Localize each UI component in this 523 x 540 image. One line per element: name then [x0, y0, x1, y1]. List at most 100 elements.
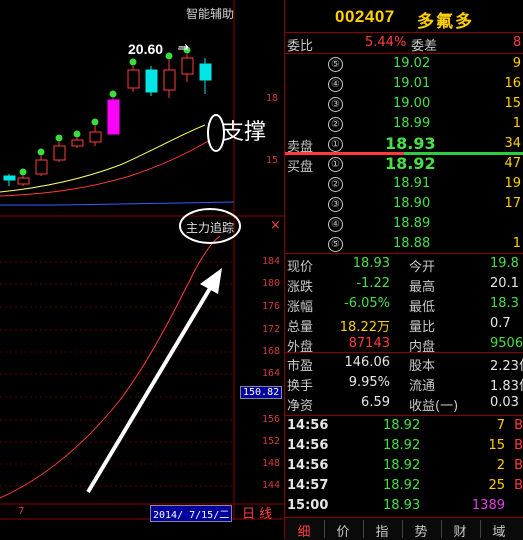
order-volume: 19 — [504, 176, 521, 191]
tab-2[interactable]: 指 — [367, 521, 397, 540]
signal-marker — [165, 52, 173, 60]
stock-name: 多氟多 — [417, 12, 474, 32]
tick-row: 14:56 18.92 15 B — [285, 436, 523, 456]
tick-time: 14:56 — [287, 438, 329, 453]
tick-volume: 7 — [496, 418, 505, 433]
tick-price: 18.93 — [383, 498, 421, 513]
order-side-label: 买盘 — [287, 160, 314, 175]
order-volume: 9 — [512, 56, 521, 71]
order-volume: 15 — [504, 96, 521, 111]
quote-row: 总量 18.22万 量比 0.7 — [285, 314, 523, 335]
tick-row: 14:56 18.92 7 B — [285, 416, 523, 436]
quote-label: 现价 — [287, 260, 314, 275]
tick-side: B — [514, 458, 523, 473]
candle-body — [107, 99, 120, 135]
quote-panel: 002407 多氟多 委比 5.44% 委差 8 ⑤ 19.02 9 ④ 19.01 16… — [285, 0, 523, 540]
sell-order-row[interactable]: ③ 19.00 15 — [285, 94, 523, 114]
order-price: 19.00 — [393, 96, 431, 111]
level-badge: ⑤ — [328, 237, 343, 252]
kline-chart[interactable] — [0, 0, 284, 539]
order-price: 18.92 — [385, 154, 436, 173]
level-badge: ④ — [328, 77, 343, 92]
period-label[interactable]: 日 线 — [242, 503, 272, 522]
diff-label: 委差 — [411, 39, 438, 54]
quote-value: 9506 — [490, 336, 523, 351]
tick-row: 14:57 18.92 25 B — [285, 476, 523, 496]
tick-volume: 15 — [488, 438, 505, 453]
order-volume: 16 — [504, 76, 521, 91]
level-badge: ① — [328, 157, 343, 172]
quote-value: 0.7 — [490, 316, 511, 331]
yaxis-label: 168 — [262, 346, 281, 357]
quote-value: 2.23亿 — [490, 359, 523, 374]
quote-value: 18.3 — [490, 296, 519, 311]
yaxis-label: 180 — [262, 278, 281, 289]
candle-body — [35, 159, 48, 175]
sell-order-row[interactable]: 卖盘 ① 18.93 34 — [285, 134, 523, 155]
signal-marker — [37, 148, 45, 156]
peak-arrow-icon: → — [178, 40, 189, 55]
ma-blue-line — [0, 201, 235, 206]
level-badge: ⑤ — [328, 57, 343, 72]
signal-marker — [19, 168, 27, 176]
quote-label: 股本 — [409, 359, 436, 374]
tab-1[interactable]: 价 — [328, 521, 358, 540]
candle-body — [181, 57, 194, 75]
peak-price-label: 20.60 — [128, 41, 164, 57]
order-price: 18.88 — [393, 236, 431, 251]
quote-row: 现价 18.93 今开 19.8 — [285, 254, 523, 275]
chart-panel[interactable]: 智能辅助 20.60 → 支撑 18 15 主力追踪 × 184 180 176 172… — [0, 0, 284, 539]
candle-body — [17, 177, 30, 185]
tick-time: 14:56 — [287, 418, 329, 433]
buy-order-row[interactable]: ② 18.91 19 — [285, 174, 523, 194]
quote-value: 20.1 — [490, 276, 519, 291]
level-badge: ③ — [328, 197, 343, 212]
sell-order-row[interactable]: ④ 19.01 16 — [285, 74, 523, 94]
ratio-label: 委比 — [287, 39, 314, 54]
buy-order-row[interactable]: ③ 18.90 17 — [285, 194, 523, 214]
order-price: 18.90 — [393, 196, 431, 211]
buy-order-row[interactable]: 买盘 ① 18.92 47 — [285, 154, 523, 175]
tab-0[interactable]: 细 — [289, 521, 319, 540]
quote-value: 18.22万 — [339, 320, 390, 335]
buy-order-row[interactable]: ④ 18.89 — [285, 214, 523, 234]
tab-3[interactable]: 势 — [406, 521, 436, 540]
quote-label: 流通 — [409, 379, 436, 394]
assist-label[interactable]: 智能辅助 — [186, 5, 234, 22]
tab-5[interactable]: 域 — [484, 521, 514, 540]
quote-value: 1.83亿 — [490, 379, 523, 394]
tick-volume: 2 — [496, 458, 505, 473]
date-box: 2014/ 7/15/二 — [150, 505, 233, 522]
level-badge: ② — [328, 117, 343, 132]
tick-time: 14:56 — [287, 458, 329, 473]
trend-arrow-icon — [86, 268, 222, 494]
tick-row: 14:56 18.92 2 B — [285, 456, 523, 476]
quote-label: 市盈 — [287, 359, 314, 374]
tick-volume: 1389 — [471, 498, 505, 513]
tick-price: 18.92 — [383, 478, 421, 493]
quote-label: 总量 — [287, 320, 314, 335]
diff-value: 8 — [513, 35, 522, 50]
buy-order-row[interactable]: ⑤ 18.88 1 — [285, 234, 523, 254]
bottom-tabbar: 细价指势财域 — [285, 517, 523, 540]
close-icon[interactable]: × — [270, 218, 281, 233]
order-price: 19.02 — [393, 56, 431, 71]
yaxis-label: 164 — [262, 368, 281, 379]
tab-separator — [480, 520, 481, 538]
order-price: 19.01 — [393, 76, 431, 91]
level-badge: ④ — [328, 217, 343, 232]
bottom-left-number: 7 — [18, 506, 25, 517]
current-value-box: 150.82 — [240, 386, 283, 399]
tick-side: B — [514, 438, 523, 453]
tab-separator — [441, 520, 442, 538]
sell-order-row[interactable]: ② 18.99 1 — [285, 114, 523, 134]
quote-row: 净资 6.59 收益(一) 0.03 — [285, 393, 523, 414]
yaxis-label: 148 — [262, 458, 281, 469]
level-badge: ① — [328, 137, 343, 152]
main-tracking-label[interactable]: 主力追踪 — [186, 219, 234, 236]
tick-row: 15:00 18.93 1389 — [285, 496, 523, 516]
tab-4[interactable]: 财 — [445, 521, 475, 540]
sell-order-row[interactable]: ⑤ 19.02 9 — [285, 54, 523, 74]
quote-row: 外盘 87143 内盘 9506 — [285, 334, 523, 355]
tick-side: B — [514, 418, 523, 433]
